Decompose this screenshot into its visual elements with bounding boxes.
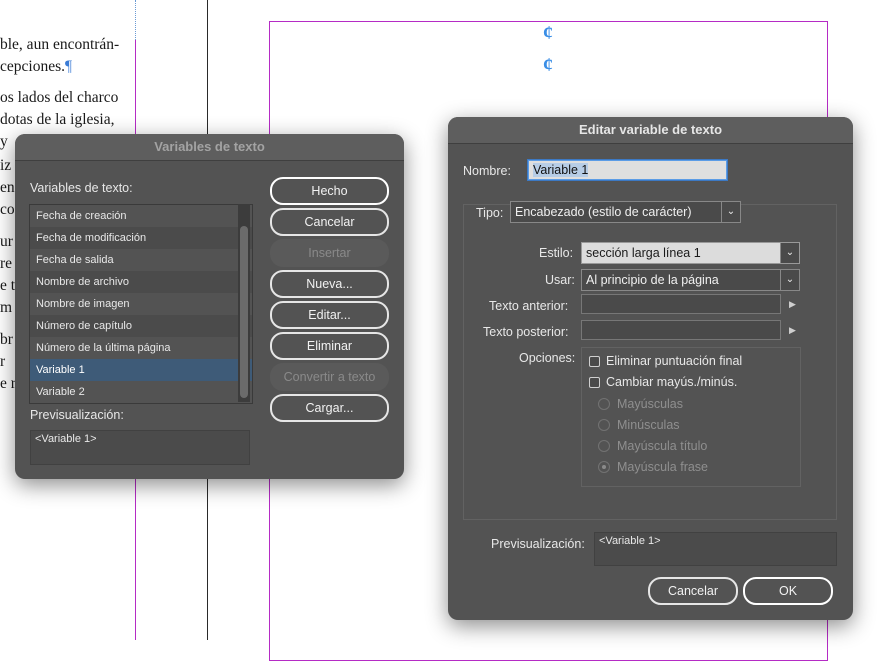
preview-value: <Variable 1> <box>35 433 97 445</box>
list-item[interactable]: Fecha de creación <box>30 205 252 227</box>
chevron-down-icon: ⌄ <box>721 202 740 222</box>
dialog-title: Variables de texto <box>15 134 404 161</box>
use-select[interactable]: Al principio de la página ⌄ <box>581 269 800 291</box>
cancel-button[interactable]: Cancelar <box>648 577 738 605</box>
pilcrow-icon: ¶ <box>64 58 73 75</box>
delete-button[interactable]: Eliminar <box>270 332 389 360</box>
list-item[interactable]: Nombre de archivo <box>30 271 252 293</box>
dialog-title: Editar variable de texto <box>448 117 853 144</box>
uppercase-radio[interactable] <box>598 398 610 410</box>
list-item-selected[interactable]: Variable 1 <box>30 359 252 381</box>
name-label: Nombre: <box>463 164 511 178</box>
text-after-input[interactable] <box>581 320 781 340</box>
type-select[interactable]: Encabezado (estilo de carácter) ⌄ <box>510 201 741 223</box>
type-label: Tipo: <box>476 206 508 220</box>
text-after-label: Texto posterior: <box>483 325 569 339</box>
sentence-case-radio[interactable] <box>598 461 610 473</box>
list-item[interactable]: Fecha de salida <box>30 249 252 271</box>
chevron-right-icon[interactable]: ▶ <box>789 299 796 310</box>
uppercase-label: Mayúsculas <box>617 397 683 411</box>
type-value: Encabezado (estilo de carácter) <box>515 205 692 219</box>
list-item[interactable]: Nombre de imagen <box>30 293 252 315</box>
title-case-label: Mayúscula título <box>617 439 708 453</box>
load-button[interactable]: Cargar... <box>270 394 389 422</box>
list-label: Variables de texto: <box>30 181 133 195</box>
chevron-right-icon[interactable]: ▶ <box>789 325 796 336</box>
cancel-button[interactable]: Cancelar <box>270 208 389 236</box>
style-select[interactable]: sección larga línea 1 ⌄ <box>581 242 800 264</box>
style-value: sección larga línea 1 <box>586 246 701 260</box>
done-button[interactable]: Hecho <box>270 177 389 205</box>
preview-value: <Variable 1> <box>599 535 661 547</box>
text-variables-dialog: Variables de texto Variables de texto: F… <box>15 134 404 479</box>
list-item[interactable]: Número de capítulo <box>30 315 252 337</box>
preview-box: <Variable 1> <box>30 430 250 465</box>
use-value: Al principio de la página <box>586 273 719 287</box>
preview-label: Previsualización: <box>30 408 124 422</box>
remove-punctuation-checkbox[interactable] <box>589 356 600 367</box>
text-line: ble, aun encontrán- <box>0 36 120 53</box>
name-input[interactable]: Variable 1 <box>528 160 727 180</box>
list-item[interactable]: Número de la última página <box>30 337 252 359</box>
use-label: Usar: <box>545 273 575 287</box>
title-case-radio[interactable] <box>598 440 610 452</box>
change-case-label[interactable]: Cambiar mayús./minús. <box>606 375 737 389</box>
text-before-input[interactable] <box>581 294 781 314</box>
insert-button[interactable]: Insertar <box>270 239 389 267</box>
variables-list[interactable]: Fecha de creación Fecha de modificación … <box>29 204 253 404</box>
lowercase-label: Minúsculas <box>617 418 680 432</box>
name-value: Variable 1 <box>533 163 589 177</box>
change-case-checkbox[interactable] <box>589 377 600 388</box>
list-item[interactable]: Variable 2 <box>30 381 252 403</box>
cent-glyph: ¢ <box>543 54 553 76</box>
edit-text-variable-dialog: Editar variable de texto Nombre: Variabl… <box>448 117 853 620</box>
sentence-case-label: Mayúscula frase <box>617 460 709 474</box>
new-button[interactable]: Nueva... <box>270 270 389 298</box>
preview-box: <Variable 1> <box>594 532 837 566</box>
ok-button[interactable]: OK <box>743 577 833 605</box>
text-line: cepciones.¶ <box>0 58 73 75</box>
chevron-down-icon: ⌄ <box>780 243 799 263</box>
list-scroll-thumb[interactable] <box>240 226 248 398</box>
text-before-label: Texto anterior: <box>489 299 569 313</box>
convert-to-text-button[interactable]: Convertir a texto <box>270 363 389 391</box>
cent-glyph: ¢ <box>543 22 553 44</box>
remove-punctuation-label[interactable]: Eliminar puntuación final <box>606 354 742 368</box>
chevron-down-icon: ⌄ <box>780 270 799 290</box>
text-line: os lados del charco <box>0 89 119 106</box>
preview-label: Previsualización: <box>491 537 585 551</box>
style-label: Estilo: <box>539 246 574 260</box>
list-item[interactable]: Fecha de modificación <box>30 227 252 249</box>
text-line: dotas de la iglesia, <box>0 111 115 128</box>
options-label: Opciones: <box>519 351 576 365</box>
edit-button[interactable]: Editar... <box>270 301 389 329</box>
lowercase-radio[interactable] <box>598 419 610 431</box>
